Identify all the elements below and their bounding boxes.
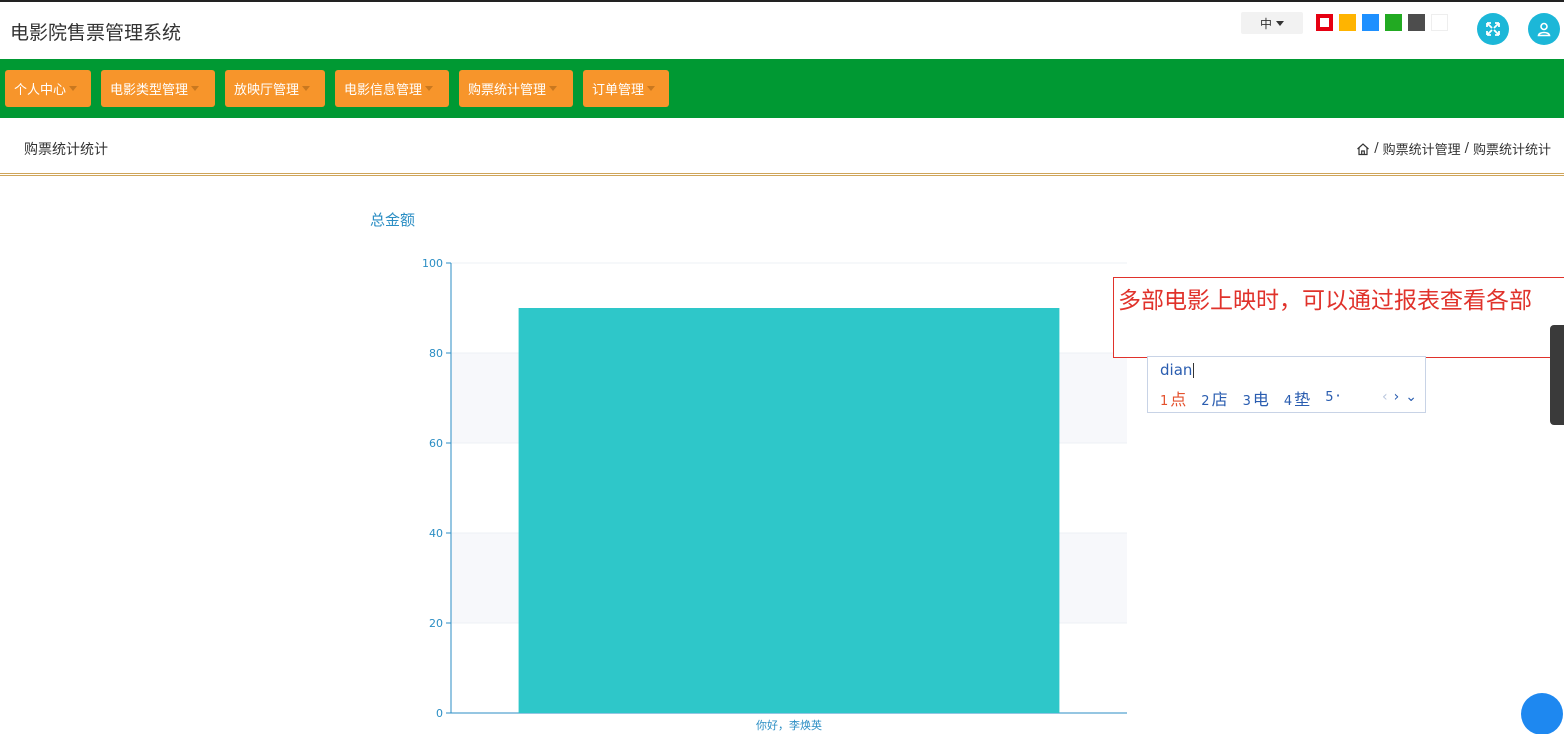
caret-down-icon	[425, 86, 434, 91]
candidate-number: 5	[1325, 390, 1334, 405]
ime-candidate-list: 1点 2店 3电 4垫 5 ·	[1160, 386, 1341, 410]
user-icon	[1537, 22, 1551, 37]
caret-down-icon	[647, 86, 656, 91]
caret-down-icon	[69, 86, 78, 91]
nav-item-movie-type[interactable]: 电影类型管理	[101, 70, 215, 107]
page-header-bar: 购票统计统计 / 购票统计管理 / 购票统计统计	[0, 118, 1564, 176]
caret-down-icon	[549, 86, 558, 91]
text-cursor	[1193, 363, 1195, 378]
ime-candidate[interactable]: 2店	[1201, 386, 1227, 410]
user-menu-button[interactable]	[1528, 13, 1560, 45]
candidate-char: ·	[1335, 386, 1341, 405]
ime-paging: ‹ › ⌄	[1382, 389, 1417, 405]
ime-candidate-window: dian 1点 2店 3电 4垫 5 · ‹ › ⌄	[1147, 356, 1426, 413]
breadcrumb: / 购票统计管理 / 购票统计统计	[1356, 139, 1551, 158]
x-tick-label: 你好，李焕英	[756, 718, 822, 732]
app-title: 电影院售票管理系统	[10, 22, 182, 44]
chevron-down-icon	[1276, 20, 1284, 26]
chevron-right-icon[interactable]: ›	[1394, 389, 1400, 405]
candidate-char: 垫	[1294, 390, 1311, 409]
candidate-number: 4	[1283, 394, 1293, 409]
caret-down-icon	[302, 86, 311, 91]
nav-item-label: 电影类型管理	[110, 83, 189, 98]
ime-candidate[interactable]: 5 ·	[1325, 386, 1340, 410]
language-label: 中	[1259, 16, 1272, 31]
chevron-down-icon[interactable]: ⌄	[1405, 389, 1417, 405]
breadcrumb-item-current: 购票统计统计	[1472, 143, 1551, 158]
theme-swatch-green[interactable]	[1385, 14, 1402, 31]
floating-assistant-button[interactable]	[1521, 693, 1563, 734]
ime-candidate[interactable]: 1点	[1160, 386, 1186, 410]
language-switch[interactable]: 中	[1241, 12, 1303, 34]
speech-caption-box: 多部电影上映时，可以通过报表查看各部	[1113, 277, 1564, 358]
nav-item-label: 电影信息管理	[344, 83, 423, 98]
breadcrumb-item-ticket-stats[interactable]: 购票统计管理	[1383, 139, 1461, 158]
theme-swatch-gray[interactable]	[1408, 14, 1425, 31]
app-window: 电影院售票管理系统 中 个人中心 电影类型管理 放映厅管理 电影信息管理 购票统…	[0, 0, 1564, 734]
chevron-left-icon[interactable]: ‹	[1382, 389, 1388, 405]
candidate-char: 店	[1211, 390, 1228, 409]
candidate-number: 2	[1201, 394, 1210, 409]
nav-item-personal-center[interactable]: 个人中心	[5, 70, 91, 107]
nav-item-label: 订单管理	[592, 83, 645, 98]
nav-item-label: 个人中心	[14, 83, 67, 98]
page-title: 购票统计统计	[24, 142, 108, 158]
ime-candidate[interactable]: 3电	[1243, 386, 1269, 410]
caption-text: 多部电影上映时，可以通过报表查看各部	[1118, 288, 1532, 314]
theme-swatch-yellow[interactable]	[1339, 14, 1356, 31]
nav-item-hall[interactable]: 放映厅管理	[225, 70, 325, 107]
y-tick-label: 100	[422, 257, 443, 270]
y-tick-label: 80	[429, 347, 443, 360]
y-tick-label: 20	[429, 617, 443, 630]
main-nav: 个人中心 电影类型管理 放映厅管理 电影信息管理 购票统计管理 订单管理	[0, 59, 1564, 118]
theme-swatch-white[interactable]	[1431, 14, 1448, 31]
caret-down-icon	[191, 86, 200, 91]
candidate-char: 电	[1252, 390, 1269, 409]
candidate-number: 1	[1160, 394, 1169, 409]
home-icon[interactable]	[1356, 142, 1370, 156]
ime-composition: dian	[1160, 361, 1195, 379]
ime-candidate[interactable]: 4垫	[1284, 386, 1310, 410]
candidate-number: 3	[1242, 394, 1251, 409]
candidate-char: 点	[1170, 390, 1187, 409]
nav-item-ticket-stats[interactable]: 购票统计管理	[459, 70, 573, 107]
theme-swatches	[1316, 14, 1448, 31]
bar-chart: 0 20 40 60 80 100 你好，李焕英	[422, 257, 1127, 732]
y-tick-label: 0	[436, 707, 443, 720]
nav-item-orders[interactable]: 订单管理	[583, 70, 669, 107]
theme-swatch-blue[interactable]	[1362, 14, 1379, 31]
breadcrumb-separator: /	[1464, 141, 1469, 156]
breadcrumb-separator: /	[1374, 141, 1379, 156]
nav-item-label: 购票统计管理	[468, 83, 547, 98]
nav-item-label: 放映厅管理	[234, 83, 300, 98]
chart-title: 总金额	[370, 211, 416, 229]
expand-icon	[1486, 22, 1500, 36]
theme-swatch-red[interactable]	[1316, 14, 1333, 31]
fullscreen-button[interactable]	[1477, 13, 1509, 45]
side-drawer-handle[interactable]	[1550, 325, 1564, 425]
nav-item-movie-info[interactable]: 电影信息管理	[335, 70, 449, 107]
bar	[518, 308, 1060, 713]
top-header: 电影院售票管理系统 中	[0, 2, 1564, 59]
y-tick-label: 60	[429, 437, 443, 450]
ime-input-text: dian	[1160, 361, 1193, 379]
y-tick-label: 40	[429, 527, 443, 540]
